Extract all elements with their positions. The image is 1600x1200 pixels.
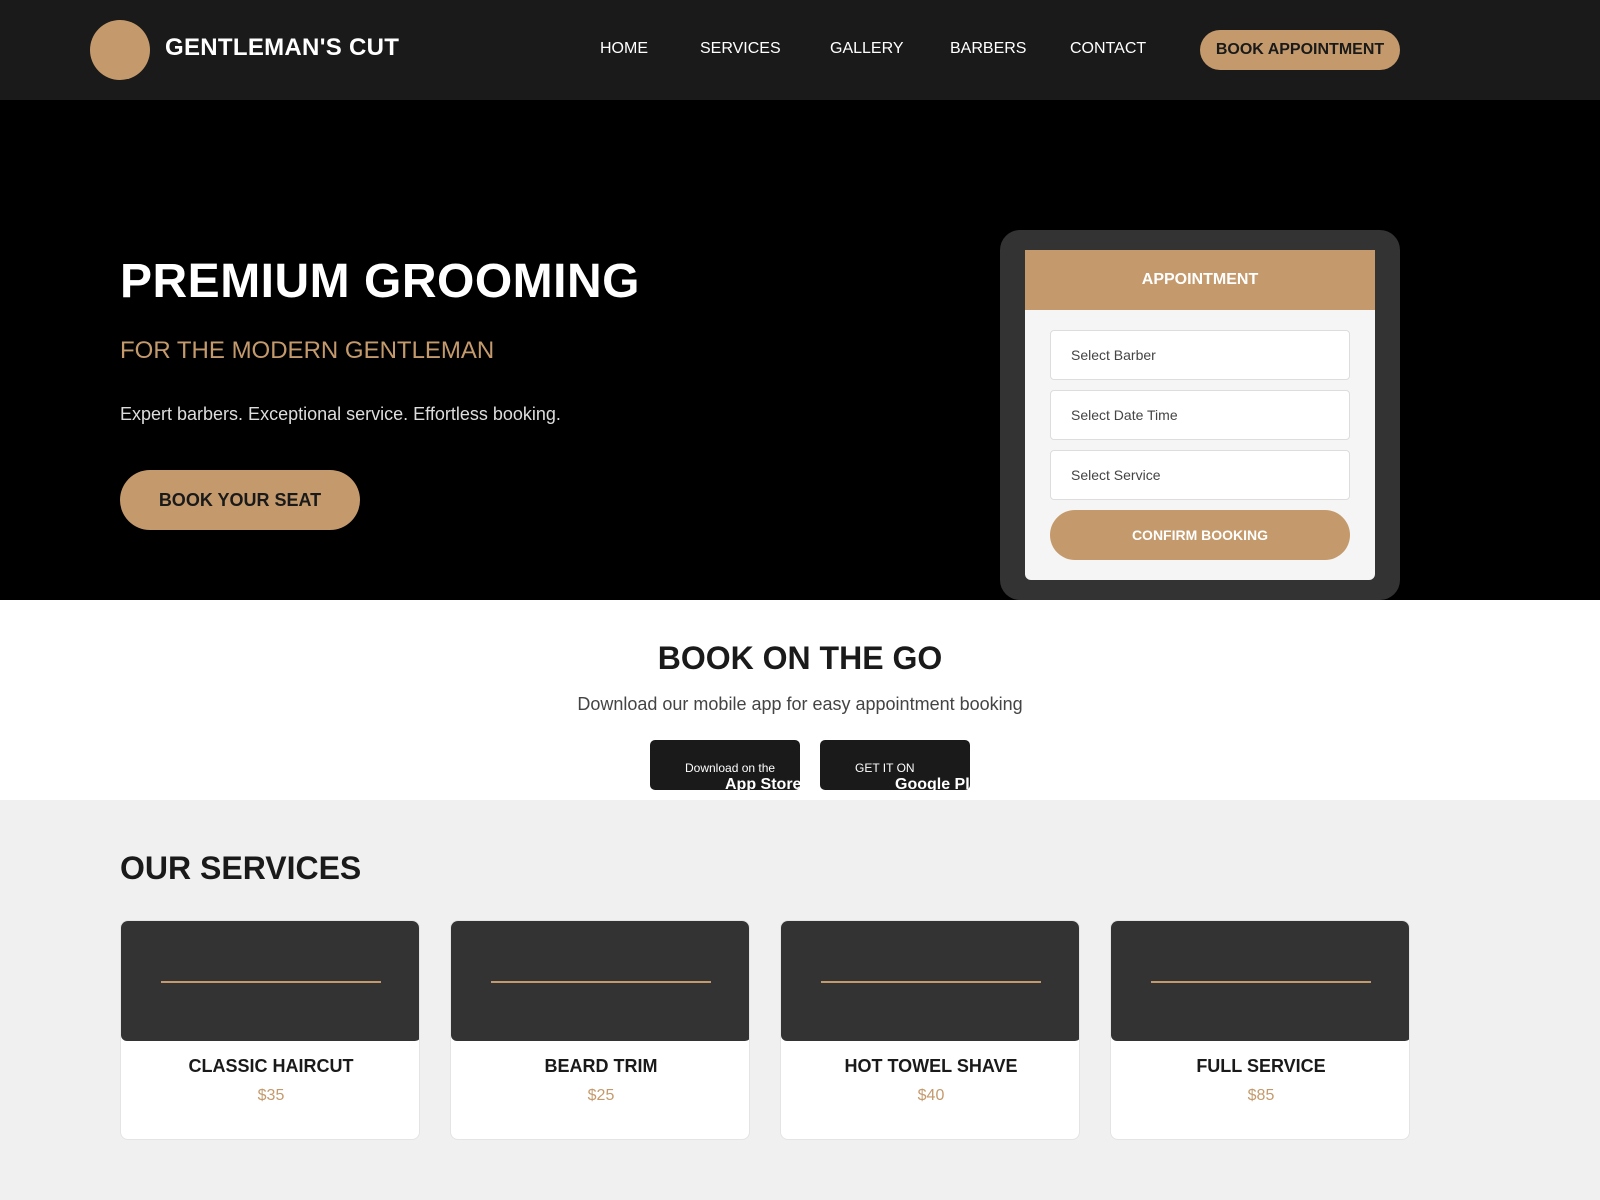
book-your-seat-button[interactable]: BOOK YOUR SEAT (120, 470, 360, 530)
appointment-title: APPOINTMENT (1025, 250, 1375, 310)
app-section-text: Download our mobile app for easy appoint… (577, 694, 1023, 714)
app-store-button[interactable]: Download on the App Store (650, 740, 800, 790)
app-section-title: BOOK ON THE GO (657, 640, 943, 676)
service-price: $85 (1247, 1087, 1275, 1104)
nav-home[interactable]: HOME (600, 40, 648, 58)
service-price: $40 (917, 1087, 945, 1104)
hero-text: Expert barbers. Exceptional service. Eff… (120, 404, 561, 424)
site-header: GENTLEMAN'S CUT HOME SERVICES GALLERY BA… (0, 0, 1600, 100)
service-image (451, 921, 749, 1041)
book-appointment-button[interactable]: BOOK APPOINTMENT (1200, 30, 1400, 70)
google-play-button[interactable]: GET IT ON Google Play (820, 740, 970, 790)
logo-icon[interactable] (90, 20, 150, 80)
select-barber-field[interactable]: Select Barber (1050, 330, 1350, 380)
nav-services[interactable]: SERVICES (700, 40, 781, 58)
services-title: OUR SERVICES (120, 850, 362, 886)
hero-subtitle: FOR THE MODERN GENTLEMAN (120, 337, 495, 364)
select-datetime-field[interactable]: Select Date Time (1050, 390, 1350, 440)
service-price: $25 (587, 1087, 615, 1104)
service-card[interactable]: HOT TOWEL SHAVE $40 (780, 920, 1080, 1140)
service-name: HOT TOWEL SHAVE (844, 1056, 1018, 1076)
nav-gallery[interactable]: GALLERY (830, 40, 904, 58)
appointment-form: APPOINTMENT Select Barber Select Date Ti… (1025, 250, 1375, 580)
nav-barbers[interactable]: BARBERS (950, 40, 1026, 58)
service-image (1111, 921, 1409, 1041)
nav-contact[interactable]: CONTACT (1070, 40, 1146, 58)
app-store-small-text: Download on the (685, 761, 776, 775)
service-name: CLASSIC HAIRCUT (188, 1056, 354, 1076)
google-play-small-text: GET IT ON (855, 761, 915, 775)
service-name: BEARD TRIM (544, 1056, 658, 1076)
service-image (121, 921, 419, 1041)
service-card[interactable]: FULL SERVICE $85 (1110, 920, 1410, 1140)
app-download-section: BOOK ON THE GO Download our mobile app f… (0, 600, 1600, 800)
brand-name[interactable]: GENTLEMAN'S CUT (165, 34, 399, 62)
service-price: $35 (257, 1087, 285, 1104)
appointment-device-mockup: APPOINTMENT Select Barber Select Date Ti… (1000, 230, 1400, 600)
service-name: FULL SERVICE (1196, 1056, 1326, 1076)
google-play-label: Google Play (895, 776, 970, 790)
confirm-booking-button[interactable]: CONFIRM BOOKING (1050, 510, 1350, 560)
service-image (781, 921, 1079, 1041)
service-card[interactable]: BEARD TRIM $25 (450, 920, 750, 1140)
app-store-label: App Store (725, 776, 800, 790)
divider (161, 981, 381, 983)
select-service-field[interactable]: Select Service (1050, 450, 1350, 500)
divider (821, 981, 1041, 983)
divider (491, 981, 711, 983)
service-card[interactable]: CLASSIC HAIRCUT $35 (120, 920, 420, 1140)
divider (1151, 981, 1371, 983)
hero-title: PREMIUM GROOMING (120, 255, 640, 308)
hero-section: PREMIUM GROOMING FOR THE MODERN GENTLEMA… (0, 100, 1600, 600)
